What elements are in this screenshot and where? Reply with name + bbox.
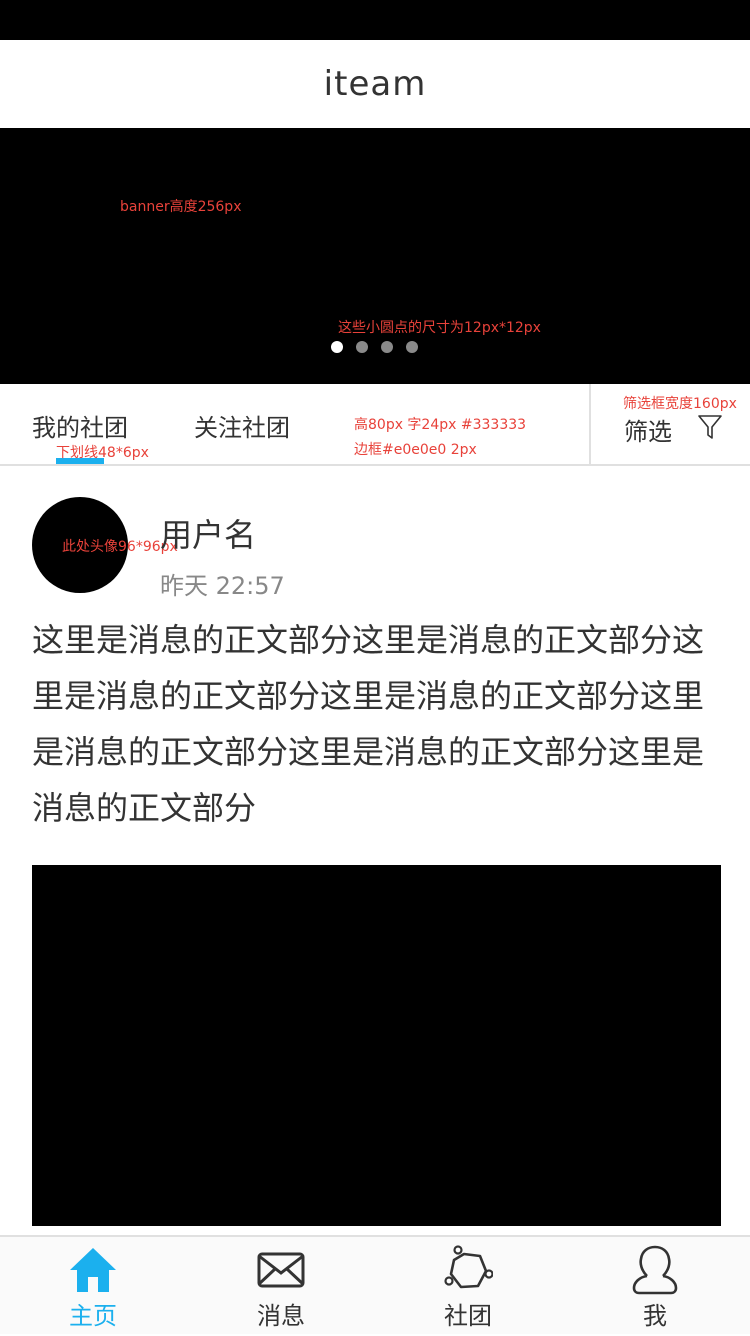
banner-dot[interactable] [331,341,343,353]
tab-communities-label: 社团 [444,1302,492,1330]
bottom-tab-bar: 主页 消息 社团 我 [0,1235,750,1334]
banner-dot[interactable] [356,341,368,353]
tab-me[interactable]: 我 [595,1237,715,1336]
banner-dot[interactable] [381,341,393,353]
filter-width-note: 筛选框宽度160px [623,396,737,412]
post-time: 昨天 22:57 [160,572,285,600]
user-icon [632,1245,678,1295]
tab-messages[interactable]: 消息 [221,1237,341,1336]
border-spec-note: 边框#e0e0e0 2px [354,442,477,458]
banner-pagination [331,341,418,353]
tab-me-label: 我 [643,1302,667,1330]
post-image[interactable] [32,865,721,1226]
tab-followed-communities[interactable]: 关注社团 [194,408,290,443]
username[interactable]: 用户名 [160,510,256,556]
filter-icon [698,415,722,439]
tab-home[interactable]: 主页 [33,1237,153,1336]
status-bar [0,0,750,40]
filter-label: 筛选 [624,418,672,446]
post-body: 这里是消息的正文部分这里是消息的正文部分这里是消息的正文部分这里是消息的正文部分… [32,621,705,827]
tab-home-label: 主页 [69,1302,117,1330]
mail-icon [257,1252,305,1288]
nav-bar: iteam [0,40,750,128]
underline-note: 下划线48*6px [56,445,149,461]
home-icon [70,1248,116,1292]
banner-height-note: banner高度256px [120,199,242,215]
page-title: iteam [323,64,427,104]
tab-messages-label: 消息 [257,1302,305,1330]
tab-spec-note: 高80px 字24px #333333 [354,417,527,433]
group-icon [444,1245,493,1289]
tab-my-communities[interactable]: 我的社团 [32,408,128,443]
banner-dots-note: 这些小圆点的尺寸为12px*12px [338,320,541,336]
tab-communities[interactable]: 社团 [408,1237,528,1336]
banner-dot[interactable] [406,341,418,353]
